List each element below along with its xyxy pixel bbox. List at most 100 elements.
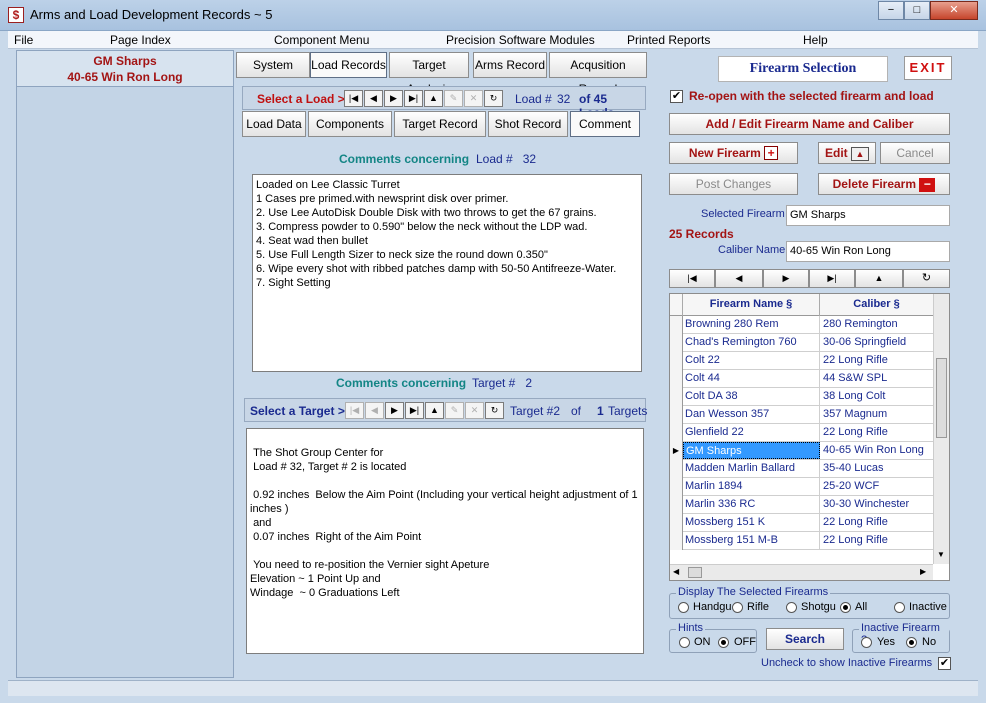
inactive-yes-radio[interactable] [861, 637, 872, 648]
firearm-name-cell[interactable]: Chad's Remington 760 [683, 334, 820, 351]
display-inactive-radio[interactable] [894, 602, 905, 613]
tab-components[interactable]: Components [308, 111, 392, 137]
caliber-cell[interactable]: 38 Long Colt [820, 388, 933, 405]
table-row[interactable]: Marlin 336 RC 30-30 Winchester [670, 496, 933, 514]
tab-system[interactable]: System [236, 52, 310, 78]
refresh-icon[interactable]: ↻ [903, 269, 950, 288]
prev-icon[interactable]: ◀ [365, 402, 384, 419]
refresh-icon[interactable]: ↻ [485, 402, 504, 419]
display-handgu-radio[interactable] [678, 602, 689, 613]
delete-icon[interactable]: ✕ [465, 402, 484, 419]
firearm-name-cell[interactable]: Browning 280 Rem [683, 316, 820, 333]
reopen-checkbox[interactable]: ✔ [670, 90, 683, 103]
inactive-no-radio[interactable] [906, 637, 917, 648]
table-row[interactable]: Mossberg 151 K 22 Long Rifle [670, 514, 933, 532]
firearm-name-cell[interactable]: Madden Marlin Ballard [683, 460, 820, 477]
last-icon[interactable]: ▶| [809, 269, 855, 288]
caliber-cell[interactable]: 357 Magnum [820, 406, 933, 423]
caliber-cell[interactable]: 30-30 Winchester [820, 496, 933, 513]
scroll-down-icon[interactable]: ▼ [937, 550, 945, 559]
table-row[interactable]: Marlin 1894 25-20 WCF [670, 478, 933, 496]
firearm-name-cell[interactable]: Dan Wesson 357 [683, 406, 820, 423]
edit-button[interactable]: Edit ▲ [818, 142, 876, 164]
caliber-name-field[interactable]: 40-65 Win Ron Long [786, 241, 950, 262]
firearm-name-cell[interactable]: Marlin 336 RC [683, 496, 820, 513]
tab-arms-record[interactable]: Arms Record [473, 52, 547, 78]
table-row[interactable]: Browning 280 Rem 280 Remington [670, 316, 933, 334]
first-icon[interactable]: |◀ [344, 90, 363, 107]
caliber-cell[interactable]: 35-40 Lucas [820, 460, 933, 477]
next-icon[interactable]: ▶ [763, 269, 809, 288]
menu-file[interactable]: File [14, 33, 33, 47]
search-button[interactable]: Search [766, 628, 844, 650]
first-icon[interactable]: |◀ [345, 402, 364, 419]
vertical-scroll-thumb[interactable] [936, 358, 947, 438]
selected-firearm-field[interactable]: GM Sharps [786, 205, 950, 226]
tab-target-analysis[interactable]: Target Analysis [389, 52, 469, 96]
firearm-name-cell[interactable]: Marlin 1894 [683, 478, 820, 495]
display-rifle-radio[interactable] [732, 602, 743, 613]
grid-vertical-scrollbar[interactable]: ▼ [933, 294, 949, 564]
table-row[interactable]: ▶ GM Sharps 40-65 Win Ron Long [670, 442, 933, 460]
firearm-name-cell[interactable]: GM Sharps [683, 442, 820, 459]
scroll-left-icon[interactable]: ◀ [673, 567, 679, 576]
next-icon[interactable]: ▶ [385, 402, 404, 419]
row-selector[interactable] [670, 406, 683, 424]
horizontal-scroll-thumb[interactable] [688, 567, 702, 578]
table-row[interactable]: Dan Wesson 357 357 Magnum [670, 406, 933, 424]
grid-horizontal-scrollbar[interactable]: ◀ ▶ [670, 564, 933, 580]
row-selector[interactable] [670, 334, 683, 352]
firearm-name-cell[interactable]: Glenfield 22 [683, 424, 820, 441]
cancel-button[interactable]: Cancel [880, 142, 950, 164]
caliber-cell[interactable]: 44 S&W SPL [820, 370, 933, 387]
menu-printed-reports[interactable]: Printed Reports [627, 33, 710, 47]
row-selector[interactable] [670, 496, 683, 514]
add-edit-firearm-button[interactable]: Add / Edit Firearm Name and Caliber [669, 113, 950, 135]
caliber-cell[interactable]: 280 Remington [820, 316, 933, 333]
menu-help[interactable]: Help [803, 33, 828, 47]
row-selector[interactable] [670, 460, 683, 478]
row-selector[interactable] [670, 352, 683, 370]
minimize-button[interactable]: − [878, 1, 904, 20]
row-selector[interactable] [670, 370, 683, 388]
next-icon[interactable]: ▶ [384, 90, 403, 107]
table-row[interactable]: Madden Marlin Ballard 35-40 Lucas [670, 460, 933, 478]
show-inactive-checkbox[interactable]: ✔ [938, 657, 951, 670]
new-firearm-button[interactable]: New Firearm + [669, 142, 798, 164]
post-changes-button[interactable]: Post Changes [669, 173, 798, 195]
first-icon[interactable]: |◀ [669, 269, 715, 288]
display-all-radio[interactable] [840, 602, 851, 613]
prev-icon[interactable]: ◀ [364, 90, 383, 107]
tab-target-record[interactable]: Target Record [394, 111, 486, 137]
table-row[interactable]: Chad's Remington 760 30-06 Springfield [670, 334, 933, 352]
table-row[interactable]: Colt DA 38 38 Long Colt [670, 388, 933, 406]
up-icon[interactable]: ▲ [425, 402, 444, 419]
caliber-cell[interactable]: 30-06 Springfield [820, 334, 933, 351]
app-icon[interactable]: $ [8, 7, 24, 23]
exit-button[interactable]: EXIT [904, 56, 952, 80]
scroll-right-icon[interactable]: ▶ [920, 567, 926, 576]
caliber-cell[interactable]: 22 Long Rifle [820, 352, 933, 369]
load-comments-textarea[interactable]: Loaded on Lee Classic Turret 1 Cases pre… [252, 174, 642, 372]
caliber-cell[interactable]: 22 Long Rifle [820, 532, 933, 549]
firearm-name-cell[interactable]: Colt DA 38 [683, 388, 820, 405]
tab-load-records[interactable]: Load Records [310, 52, 387, 78]
row-selector[interactable] [670, 316, 683, 334]
edit-icon[interactable]: ✎ [445, 402, 464, 419]
caliber-cell[interactable]: 22 Long Rifle [820, 424, 933, 441]
refresh-icon[interactable]: ↻ [484, 90, 503, 107]
tab-acquisition-record[interactable]: Acqusition Record [549, 52, 647, 96]
row-selector[interactable] [670, 514, 683, 532]
hints-off-radio[interactable] [718, 637, 729, 648]
up-icon[interactable]: ▲ [424, 90, 443, 107]
firearm-name-cell[interactable]: Mossberg 151 M-B [683, 532, 820, 549]
firearm-name-cell[interactable]: Colt 44 [683, 370, 820, 387]
table-row[interactable]: Colt 22 22 Long Rifle [670, 352, 933, 370]
table-row[interactable]: Glenfield 22 22 Long Rifle [670, 424, 933, 442]
up-icon[interactable]: ▲ [855, 269, 903, 288]
last-icon[interactable]: ▶| [404, 90, 423, 107]
menu-page-index[interactable]: Page Index [110, 33, 171, 47]
caliber-cell[interactable]: 40-65 Win Ron Long [820, 442, 933, 459]
tab-comment[interactable]: Comment [570, 111, 640, 137]
prev-icon[interactable]: ◀ [715, 269, 763, 288]
